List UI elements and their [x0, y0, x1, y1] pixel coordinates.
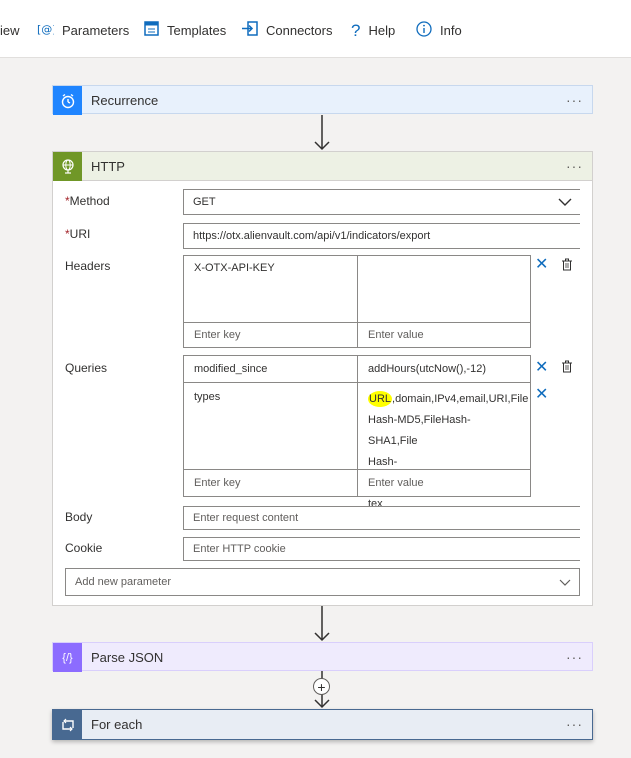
parse-json-menu-button[interactable]: ···: [566, 649, 583, 665]
query-key-input[interactable]: types: [183, 382, 358, 470]
cookie-placeholder: Enter HTTP cookie: [193, 543, 286, 555]
trash-icon[interactable]: [561, 360, 573, 373]
query-value-input[interactable]: URL,domain,IPv4,email,URI,File Hash-MD5,…: [357, 382, 531, 510]
query-value-placeholder-text: Enter value: [368, 477, 424, 489]
add-parameter-dropdown[interactable]: Add new parameter: [65, 568, 580, 596]
recurrence-menu-button[interactable]: ···: [566, 92, 583, 108]
queries-label: Queries: [65, 361, 108, 375]
highlighted-text: URL: [368, 391, 393, 407]
body-placeholder: Enter request content: [193, 512, 299, 524]
header-key-placeholder[interactable]: Enter key: [183, 322, 358, 348]
globe-icon: [53, 151, 82, 181]
trash-icon[interactable]: [561, 258, 573, 271]
add-step-button[interactable]: +: [313, 678, 330, 695]
parse-json-header[interactable]: {/} Parse JSON ···: [53, 643, 592, 672]
cookie-input[interactable]: Enter HTTP cookie: [183, 537, 580, 561]
parse-json-title: Parse JSON: [91, 650, 164, 665]
header-key-value: X-OTX-API-KEY: [194, 262, 275, 274]
header-key-placeholder-text: Enter key: [194, 329, 241, 341]
chevron-down-icon: [559, 579, 571, 586]
uri-input[interactable]: https://otx.alienvault.com/api/v1/indica…: [183, 223, 580, 249]
toolbar-help-label: Help: [368, 22, 396, 38]
connector-arrow: [314, 606, 330, 642]
headers-label: Headers: [65, 259, 111, 273]
info-icon: [416, 20, 432, 40]
uri-value: https://otx.alienvault.com/api/v1/indica…: [193, 230, 431, 242]
body-input[interactable]: Enter request content: [183, 506, 580, 530]
uri-label: *URI: [65, 227, 90, 241]
foreach-header[interactable]: For each ···: [53, 710, 592, 739]
toolbar-help-button[interactable]: ? Help: [351, 20, 395, 40]
http-header[interactable]: HTTP ···: [53, 151, 592, 181]
recurrence-title: Recurrence: [91, 93, 159, 108]
query-value-input[interactable]: addHours(utcNow(),-12): [357, 355, 531, 383]
parse-json-card[interactable]: {/} Parse JSON ···: [52, 642, 593, 672]
query-value-line: ,domain,IPv4,email,URI,File: [392, 393, 529, 405]
query-key-input[interactable]: modified_since: [183, 355, 358, 383]
templates-icon: [144, 21, 159, 39]
query-key-placeholder[interactable]: Enter key: [183, 469, 358, 497]
query-key-value: modified_since: [194, 363, 268, 375]
add-parameter-placeholder: Add new parameter: [75, 576, 171, 588]
chevron-down-icon: [558, 198, 572, 206]
svg-text:[@]: [@]: [37, 23, 54, 36]
body-label: Body: [65, 510, 93, 524]
recurrence-header[interactable]: Recurrence ···: [53, 86, 592, 115]
recurrence-card[interactable]: Recurrence ···: [52, 85, 593, 115]
toolbar-templates-label: Templates: [167, 22, 227, 38]
delete-query-button[interactable]: ✕: [535, 360, 548, 376]
query-value-placeholder[interactable]: Enter value: [357, 469, 531, 497]
delete-header-button[interactable]: ✕: [535, 257, 548, 273]
designer-toolbar: iew [@] Parameters Templates Connectors …: [0, 0, 631, 58]
loop-icon: [53, 710, 82, 739]
header-key-input[interactable]: X-OTX-API-KEY: [183, 255, 358, 323]
method-value: GET: [193, 196, 216, 208]
toolbar-info-button[interactable]: Info: [416, 20, 462, 40]
help-icon: ?: [351, 20, 361, 40]
toolbar-parameters-label: Parameters: [62, 22, 130, 38]
toolbar-parameters-button[interactable]: [@] Parameters: [37, 20, 129, 40]
delete-query-button[interactable]: ✕: [535, 387, 548, 403]
header-value-placeholder-text: Enter value: [368, 329, 424, 341]
toolbar-code-view[interactable]: iew: [0, 20, 20, 40]
connectors-icon: [242, 21, 258, 39]
method-label: *Method: [65, 194, 110, 208]
query-value-text: addHours(utcNow(),-12): [368, 363, 486, 375]
query-value-line: Hash-MD5,FileHash-SHA1,File: [368, 414, 471, 447]
cookie-label: Cookie: [65, 541, 103, 555]
http-title: HTTP: [91, 158, 125, 174]
http-card: HTTP ··· *Method GET *URI https://otx.al…: [52, 151, 593, 606]
toolbar-code-view-label: iew: [0, 22, 20, 38]
uri-label-text: URI: [69, 227, 91, 241]
foreach-card[interactable]: For each ···: [52, 709, 593, 740]
foreach-menu-button[interactable]: ···: [566, 716, 583, 732]
plus-icon: +: [317, 678, 326, 695]
http-menu-button[interactable]: ···: [566, 158, 583, 174]
header-value-placeholder[interactable]: Enter value: [357, 322, 531, 348]
query-key-value: types: [194, 391, 221, 403]
parse-json-icon: {/}: [53, 643, 82, 672]
method-label-text: Method: [69, 194, 110, 208]
toolbar-connectors-label: Connectors: [266, 22, 333, 38]
clock-icon: [53, 86, 82, 115]
toolbar-templates-button[interactable]: Templates: [144, 20, 226, 40]
query-key-placeholder-text: Enter key: [194, 477, 241, 489]
parameters-icon: [@]: [37, 21, 57, 39]
foreach-title: For each: [91, 717, 143, 732]
method-dropdown[interactable]: GET: [183, 189, 580, 215]
header-value-input[interactable]: [357, 255, 531, 323]
toolbar-connectors-button[interactable]: Connectors: [242, 20, 332, 40]
toolbar-info-label: Info: [440, 22, 462, 38]
connector-arrow: [314, 115, 330, 151]
